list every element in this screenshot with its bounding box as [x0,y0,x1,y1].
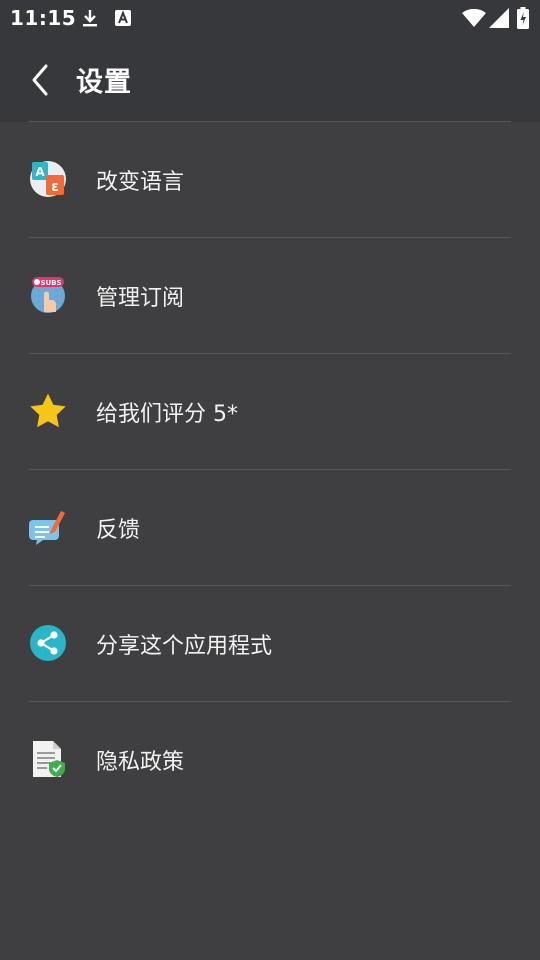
signal-icon [489,8,509,28]
settings-item-label: 改变语言 [96,170,185,195]
status-bar: 11:15 [0,0,540,36]
wifi-icon [462,9,486,27]
settings-item-change-language[interactable]: A ε 改变语言 [29,122,511,238]
settings-item-share-app[interactable]: 分享这个应用程式 [29,586,511,702]
back-button[interactable] [24,60,60,100]
battery-icon [517,7,529,29]
download-icon [83,10,97,27]
settings-item-label: 分享这个应用程式 [96,634,273,659]
app-bar: 设置 [0,36,540,122]
subscriptions-icon: SUBS [31,277,65,313]
settings-item-label: 管理订阅 [96,286,185,311]
settings-item-rate-us[interactable]: 给我们评分 5* [29,354,511,470]
chevron-left-icon [32,64,48,96]
share-icon [30,625,66,661]
language-icon: A ε [30,161,66,197]
settings-item-label: 反馈 [96,518,141,543]
settings-item-manage-subscriptions[interactable]: SUBS 管理订阅 [29,238,511,354]
svg-text:A: A [35,165,45,179]
a-notification-icon [115,10,131,26]
settings-item-feedback[interactable]: 反馈 [29,470,511,586]
feedback-icon [29,511,65,545]
status-time: 11:15 [10,6,77,30]
privacy-policy-icon [33,741,65,777]
svg-text:ε: ε [51,179,59,195]
settings-list: A ε 改变语言 SUBS 管理订阅 给我们评分 5* 反馈 分享这个应用程式 … [0,122,540,817]
settings-item-label: 给我们评分 5* [96,402,238,427]
settings-item-label: 隐私政策 [96,750,185,775]
star-icon [30,393,66,428]
svg-text:SUBS: SUBS [40,279,61,287]
settings-item-privacy-policy[interactable]: 隐私政策 [29,702,511,817]
page-title: 设置 [76,67,132,98]
